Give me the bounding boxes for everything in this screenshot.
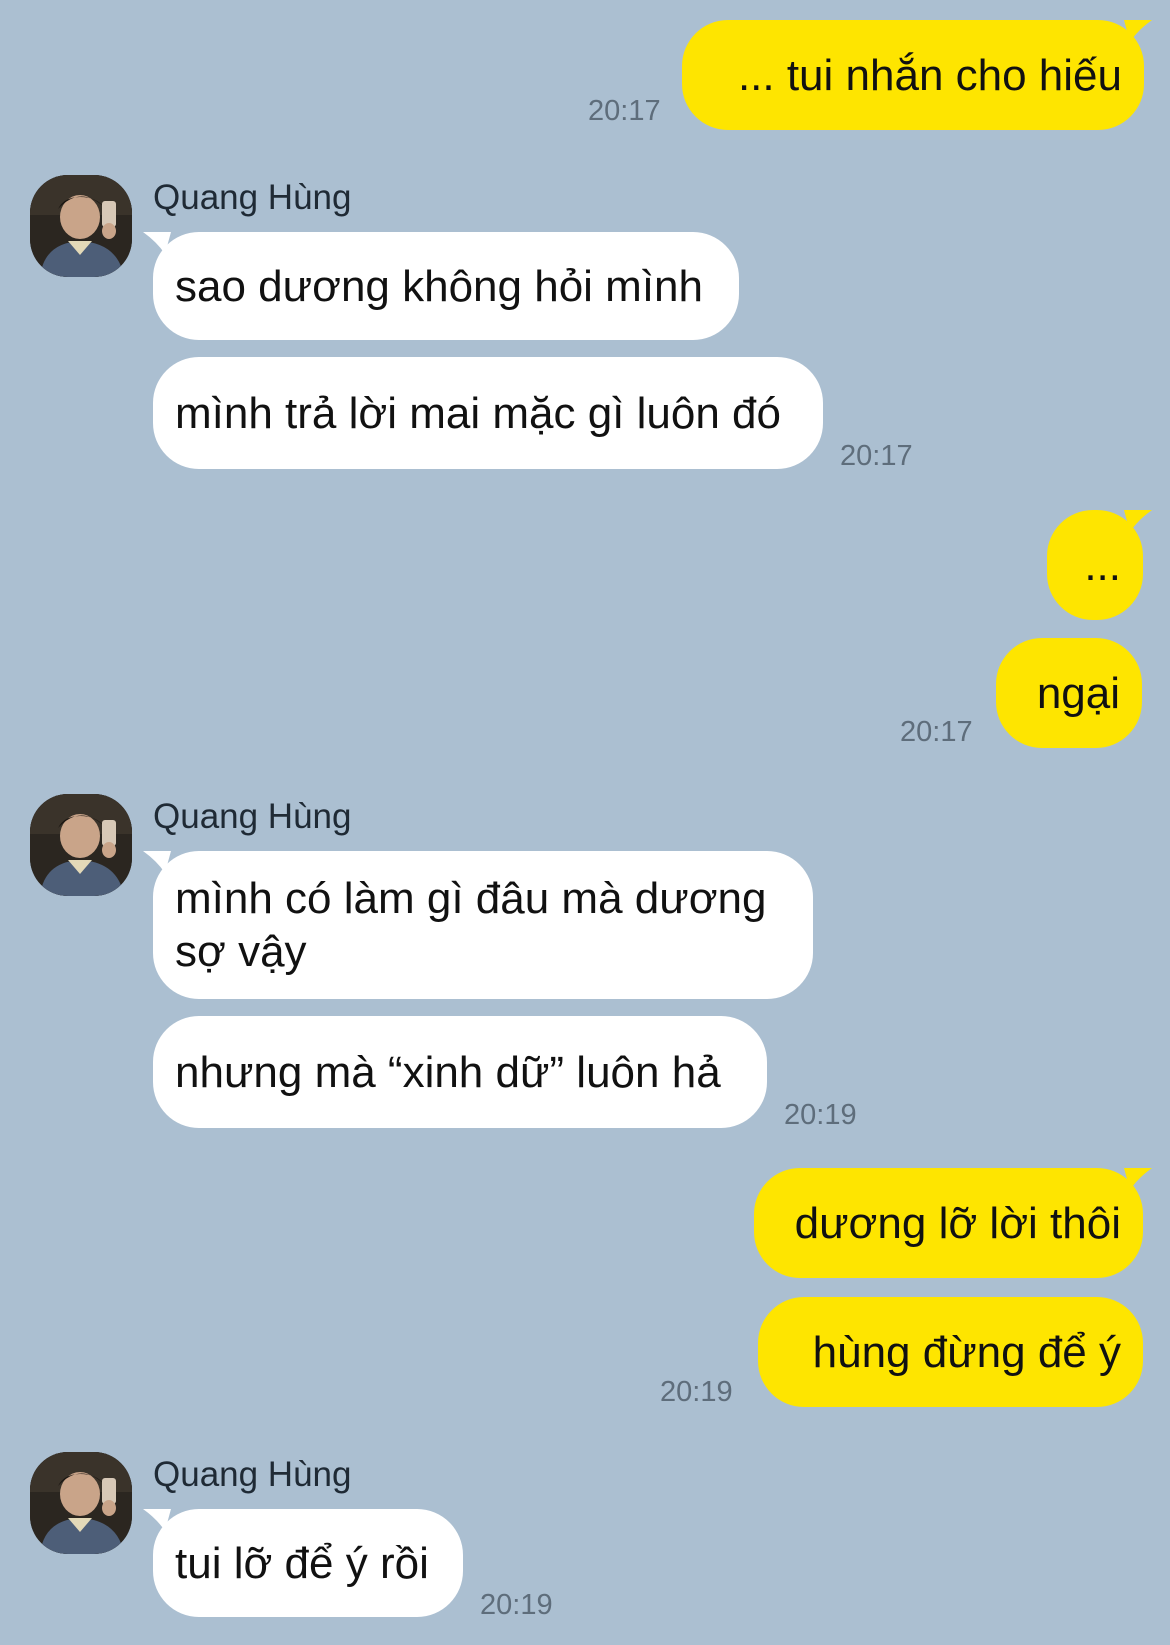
avatar-photo-icon (30, 175, 132, 277)
message-text: hùng đừng để ý (812, 1327, 1121, 1377)
message-text: ... (1084, 540, 1121, 590)
outgoing-bubble[interactable]: dương lỡ lời thôi (754, 1168, 1143, 1278)
bubble-tail (1124, 20, 1152, 42)
timestamp: 20:17 (840, 440, 913, 472)
incoming-bubble[interactable]: sao dương không hỏi mình (153, 232, 739, 340)
sender-name: Quang Hùng (153, 178, 352, 217)
message-text: ... tui nhắn cho hiếu (737, 50, 1122, 100)
contact-avatar[interactable] (30, 794, 132, 896)
timestamp: 20:17 (900, 716, 973, 748)
message-text: dương lỡ lời thôi (794, 1198, 1121, 1248)
outgoing-bubble[interactable]: ... tui nhắn cho hiếu (682, 20, 1144, 130)
incoming-bubble[interactable]: nhưng mà “xinh dữ” luôn hả (153, 1016, 767, 1128)
incoming-bubble[interactable]: mình có làm gì đâu mà dương sợ vậy (153, 851, 813, 999)
avatar-photo-icon (30, 794, 132, 896)
message-text: mình có làm gì đâu mà dương sợ vậy (175, 874, 767, 976)
bubble-tail (1124, 1168, 1152, 1190)
sender-name: Quang Hùng (153, 1455, 352, 1494)
avatar-photo-icon (30, 1452, 132, 1554)
message-text: mình trả lời mai mặc gì luôn đó (175, 388, 781, 438)
message-text: ngại (1036, 668, 1120, 718)
message-text: tui lỡ để ý rồi (175, 1538, 429, 1588)
incoming-bubble[interactable]: tui lỡ để ý rồi (153, 1509, 463, 1617)
message-text: nhưng mà “xinh dữ” luôn hả (175, 1047, 721, 1097)
timestamp: 20:19 (784, 1099, 857, 1131)
contact-avatar[interactable] (30, 1452, 132, 1554)
incoming-bubble[interactable]: mình trả lời mai mặc gì luôn đó (153, 357, 823, 469)
outgoing-bubble[interactable]: hùng đừng để ý (758, 1297, 1143, 1407)
timestamp: 20:17 (588, 95, 661, 127)
sender-name: Quang Hùng (153, 797, 352, 836)
timestamp: 20:19 (480, 1589, 553, 1621)
message-text: sao dương không hỏi mình (175, 261, 703, 311)
timestamp: 20:19 (660, 1376, 733, 1408)
outgoing-bubble[interactable]: ngại (996, 638, 1142, 748)
bubble-tail (1124, 510, 1152, 532)
contact-avatar[interactable] (30, 175, 132, 277)
